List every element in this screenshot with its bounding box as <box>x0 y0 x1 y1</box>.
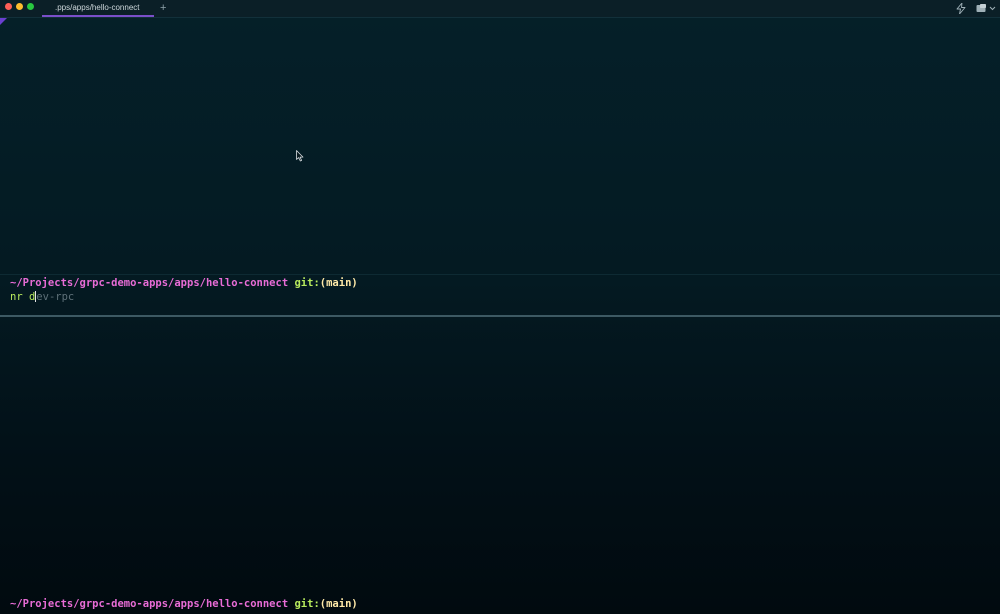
prompt-git-label: git: <box>294 277 320 289</box>
maximize-window-button[interactable] <box>27 3 34 10</box>
bottom-pane-prompt: ~/Projects/grpc-demo-apps/apps/hello-con… <box>10 598 358 611</box>
window-menu-icon[interactable] <box>976 4 996 13</box>
minimize-window-button[interactable] <box>16 3 23 10</box>
command-autosuggestion: ev-rpc <box>36 291 75 303</box>
new-tab-button[interactable]: + <box>160 1 166 15</box>
chevron-down-icon <box>989 6 996 11</box>
prompt-branch: (main) <box>319 598 358 610</box>
terminal-window: .pps/apps/hello-connect + ~/Projects/grp… <box>0 0 1000 614</box>
command-input[interactable]: nr dev-rpc <box>10 291 74 304</box>
prompt-path: ~/Projects/grpc-demo-apps/apps/hello-con… <box>10 277 289 289</box>
pane-separator <box>0 274 1000 275</box>
prompt-git-label: git: <box>294 598 320 610</box>
pane-accent-marker <box>0 18 7 25</box>
mouse-pointer-icon <box>296 150 304 162</box>
title-bar: .pps/apps/hello-connect + <box>0 0 1000 18</box>
prompt-branch: (main) <box>319 277 358 289</box>
prompt-path: ~/Projects/grpc-demo-apps/apps/hello-con… <box>10 598 289 610</box>
bolt-icon[interactable] <box>956 3 966 14</box>
split-pane-divider[interactable] <box>0 315 1000 317</box>
top-pane-prompt: ~/Projects/grpc-demo-apps/apps/hello-con… <box>10 277 358 290</box>
tab-hello-connect[interactable]: .pps/apps/hello-connect <box>42 0 154 17</box>
close-window-button[interactable] <box>5 3 12 10</box>
tab-title: .pps/apps/hello-connect <box>55 3 140 12</box>
command-typed-text: nr d <box>10 291 36 303</box>
